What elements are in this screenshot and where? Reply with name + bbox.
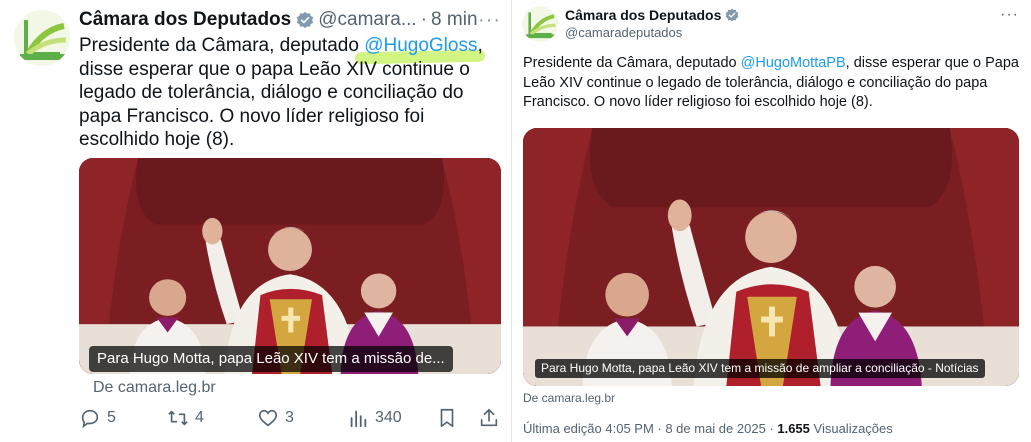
verified-badge-icon xyxy=(296,11,314,29)
views-icon xyxy=(350,410,367,428)
bookmark-button[interactable] xyxy=(436,405,464,431)
reply-icon xyxy=(81,409,99,429)
action-bar: 5 4 3 340 xyxy=(79,405,504,431)
tweet-header: Câmara dos Deputados @camara... · 8 min … xyxy=(79,8,501,32)
link-card-image[interactable] xyxy=(79,158,501,374)
link-card-source[interactable]: De camara.leg.br xyxy=(523,391,615,405)
views-button[interactable]: 340 xyxy=(347,405,402,431)
account-handle[interactable]: @camaradeputados xyxy=(565,25,682,40)
share-icon xyxy=(480,408,498,427)
link-card-source[interactable]: De camara.leg.br xyxy=(93,379,216,397)
account-handle[interactable]: @camara... xyxy=(318,9,416,31)
tweet-header: Câmara dos Deputados xyxy=(565,7,739,23)
link-card-image[interactable] xyxy=(523,128,1019,386)
avatar[interactable] xyxy=(14,10,70,66)
account-name[interactable]: Câmara dos Deputados xyxy=(79,9,291,31)
left-tweet: Câmara dos Deputados @camara... · 8 min … xyxy=(0,0,511,442)
tweet-text-before: Presidente da Câmara, deputado xyxy=(523,55,741,71)
more-icon[interactable]: ··· xyxy=(478,9,501,32)
reply-count: 5 xyxy=(107,409,116,426)
account-name[interactable]: Câmara dos Deputados xyxy=(565,7,721,23)
mention-link[interactable]: @HugoGloss xyxy=(364,35,477,56)
timestamp[interactable]: 8 min xyxy=(431,9,477,31)
share-button[interactable] xyxy=(478,405,506,431)
tweet-text: Presidente da Câmara, deputado @HugoGlos… xyxy=(79,34,504,152)
views-count: 340 xyxy=(375,409,402,426)
link-card-title[interactable]: Para Hugo Motta, papa Leão XIV tem a mis… xyxy=(89,346,453,372)
pope-balcony-image xyxy=(79,158,501,374)
tweet-text: Presidente da Câmara, deputado @HugoMott… xyxy=(523,54,1026,113)
tweet-text-before: Presidente da Câmara, deputado xyxy=(79,35,365,56)
mention-link[interactable]: @HugoMottaPB xyxy=(741,55,846,71)
like-button[interactable]: 3 xyxy=(257,405,294,431)
bookmark-icon xyxy=(440,408,454,428)
link-card-title[interactable]: Para Hugo Motta, papa Leão XIV tem a mis… xyxy=(535,359,985,378)
views-label: Visualizações xyxy=(809,421,893,436)
avatar[interactable] xyxy=(522,6,558,42)
retweet-button[interactable]: 4 xyxy=(167,405,204,431)
verified-badge-icon xyxy=(725,8,739,22)
separator: · xyxy=(420,9,428,30)
pope-balcony-image xyxy=(523,128,1019,386)
like-count: 3 xyxy=(285,409,294,426)
tweet-metadata: Última edição 4:05 PM · 8 de mai de 2025… xyxy=(523,421,893,436)
camara-logo-icon xyxy=(522,6,558,42)
right-tweet: Câmara dos Deputados @camaradeputados ··… xyxy=(512,0,1031,442)
retweet-icon xyxy=(168,410,188,426)
camara-logo-icon xyxy=(14,10,70,66)
retweet-count: 4 xyxy=(195,409,204,426)
views-count: 1.655 xyxy=(777,421,810,436)
more-icon[interactable]: ··· xyxy=(1000,6,1019,24)
like-icon xyxy=(258,409,278,427)
reply-button[interactable]: 5 xyxy=(79,405,116,431)
edited-timestamp[interactable]: Última edição 4:05 PM · 8 de mai de 2025… xyxy=(523,421,777,436)
